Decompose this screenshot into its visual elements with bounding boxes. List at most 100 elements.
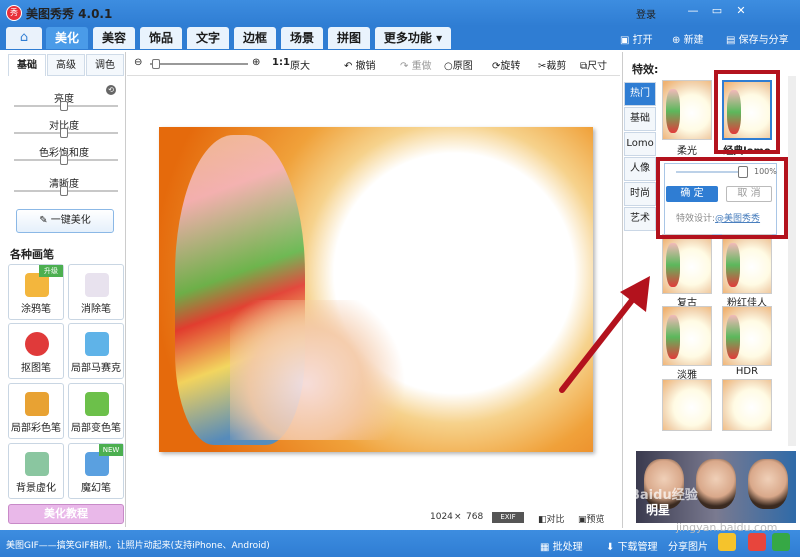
brush-eraser[interactable]: 消除笔 [68,264,124,320]
zoom-in-icon[interactable]: ⊕ [252,57,260,68]
effect-thumb-soft-light[interactable] [662,80,712,140]
contrast-knob[interactable] [60,128,68,138]
brush-label: 抠图笔 [21,363,51,374]
brush-doodle[interactable]: 升级 涂鸦笔 [8,264,64,320]
new-button[interactable]: ⊕ 新建 [672,31,704,46]
effect-thumb-extra-2[interactable] [722,379,772,431]
crop-label: 裁剪 [546,61,567,72]
brush-local-color[interactable]: 局部彩色笔 [8,383,64,439]
sharpness-knob[interactable] [60,186,68,196]
tab-frames[interactable]: 边框 [234,27,276,49]
saturation-knob[interactable] [60,155,68,165]
undo-button[interactable]: ↶ 撤销 [344,57,376,72]
preview-icon: ▣ [578,515,587,525]
brush-label: 局部变色笔 [71,423,121,434]
one-key-label: 一键美化 [50,215,91,226]
undo-label: 撤销 [355,61,376,72]
tab-beauty[interactable]: 美容 [93,27,135,49]
exif-button[interactable]: EXIF [492,512,524,523]
app-logo-icon: 秀 [6,5,22,21]
category-lomo[interactable]: Lomo [624,132,656,156]
brush-label: 背景虚化 [16,483,56,494]
effect-label: 柔光 [677,146,697,157]
rotate-button[interactable]: ⟳旋转 [492,57,520,72]
effect-thumb-hdr[interactable] [722,306,772,366]
brush-mosaic[interactable]: 局部马赛克 [68,323,124,379]
thumb-figure [666,243,680,287]
brush-local-recolor[interactable]: 局部变色笔 [68,383,124,439]
category-fashion[interactable]: 时尚 [624,182,656,206]
tab-more-features[interactable]: 更多功能 ▾ [375,27,451,49]
zoom-slider[interactable] [150,63,248,65]
preview-label: 预览 [586,515,605,525]
actual-size-button[interactable]: 1:1 [272,57,290,68]
download-manager-button[interactable]: ⬇ 下载管理 [606,538,658,553]
original-image-button[interactable]: ○原图 [444,57,473,72]
tab-advanced[interactable]: 高级 [47,54,85,76]
save-icon: ▤ [726,35,739,46]
crop-button[interactable]: ✂裁剪 [538,57,566,72]
tab-collage[interactable]: 拼图 [328,27,370,49]
tab-basic[interactable]: 基础 [8,54,46,76]
eraser-icon [85,273,109,297]
gif-promo-text[interactable]: 美图GIF——搞笑GIF相机，让照片动起来(支持iPhone、Android) [6,538,270,551]
rotate-label: 旋转 [500,61,521,72]
watermark: Baidu经验 [630,488,698,503]
restore-icon[interactable]: ▭ [710,4,724,18]
batch-icon: ▦ [540,542,553,553]
thumb-figure [666,89,680,133]
promo-face [696,459,736,509]
effect-thumb-pink-lady[interactable] [722,234,772,294]
tutorial-button[interactable]: 美化教程 [8,504,124,524]
open-button[interactable]: ▣ 打开 [620,31,653,46]
redo-label: 重做 [411,61,432,72]
category-hot[interactable]: 热门 [624,82,656,106]
tab-text[interactable]: 文字 [187,27,229,49]
compare-button[interactable]: ◧对比 [538,512,565,525]
one-key-beautify-button[interactable]: ✎ 一键美化 [16,209,114,233]
effect-thumb-extra-1[interactable] [662,379,712,431]
cutout-icon [25,332,49,356]
promo-face [748,459,788,509]
tab-beautify[interactable]: 美化 [46,27,88,49]
batch-button[interactable]: ▦ 批处理 [540,538,583,553]
title-bar [0,0,800,26]
login-link[interactable]: 登录 [636,6,656,21]
brush-cutout[interactable]: 抠图笔 [8,323,64,379]
close-icon[interactable]: ✕ [734,4,748,18]
brush-background-blur[interactable]: 背景虚化 [8,443,64,499]
preview-button[interactable]: ▣预览 [578,512,605,525]
download-icon: ⬇ [606,542,618,553]
effect-thumb-vintage[interactable] [662,234,712,294]
effects-scrollbar[interactable] [788,76,796,446]
add-icon[interactable] [772,533,790,551]
original-size-button[interactable]: 原大 [290,57,310,72]
tab-accessories[interactable]: 饰品 [140,27,182,49]
weibo-icon[interactable] [748,533,766,551]
effect-label: HDR [735,366,759,377]
effect-thumb-elegant[interactable] [662,306,712,366]
category-basic[interactable]: 基础 [624,107,656,131]
tab-scenes[interactable]: 场景 [281,27,323,49]
image-height: 768 [466,512,484,522]
batch-label: 批处理 [552,542,583,553]
star-icon[interactable] [718,533,736,551]
magic-icon: ✎ [39,215,51,226]
mosaic-icon [85,332,109,356]
undo-icon: ↶ [344,61,356,72]
save-share-button[interactable]: ▤ 保存与分享 [726,31,789,46]
size-button[interactable]: ⧉尺寸 [580,57,607,72]
zoom-knob[interactable] [152,59,160,69]
category-portrait[interactable]: 人像 [624,157,656,181]
redo-button[interactable]: ↷ 重做 [400,57,432,72]
brightness-knob[interactable] [60,101,68,111]
blur-icon [25,452,49,476]
category-art[interactable]: 艺术 [624,207,656,231]
share-image-button[interactable]: 分享图片 [668,538,708,553]
home-tab-icon[interactable]: ⌂ [6,27,42,49]
brush-magic[interactable]: NEW 魔幻笔 [68,443,124,499]
zoom-out-icon[interactable]: ⊖ [134,57,142,68]
minimize-icon[interactable]: — [686,4,700,18]
tab-color[interactable]: 调色 [86,54,124,76]
promo-text: 明星 [646,503,671,517]
